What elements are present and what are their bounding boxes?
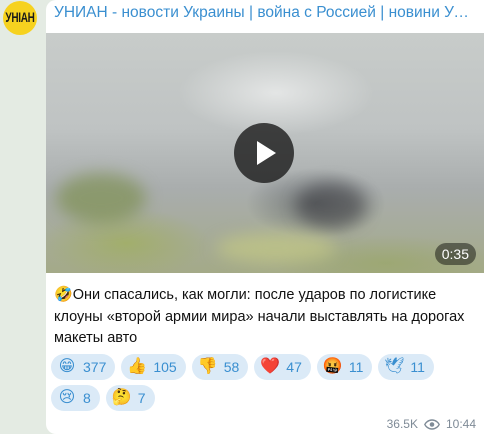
dove-emoji-icon: 🕊 bbox=[384, 358, 405, 375]
grin-emoji-icon: 😁 bbox=[58, 358, 76, 375]
reaction-thinking[interactable]: 🤔 7 bbox=[105, 385, 155, 411]
reaction-count: 47 bbox=[286, 359, 302, 375]
video-preview[interactable]: 0:35 bbox=[46, 33, 484, 273]
reaction-count: 377 bbox=[83, 359, 107, 375]
reaction-heart[interactable]: ❤️ 47 bbox=[254, 354, 311, 380]
reaction-cry[interactable]: 😢 8 bbox=[51, 385, 100, 411]
reaction-thumbs-down[interactable]: 👎 58 bbox=[191, 354, 249, 380]
reactions-bar: 😁 377 👍 105 👎 58 ❤️ 47 🤬 11 🕊 11 😢 8 🤔 7 bbox=[51, 354, 481, 411]
eye-icon bbox=[423, 418, 440, 430]
thinking-emoji-icon: 🤔 bbox=[111, 389, 132, 406]
video-blur-blob bbox=[56, 173, 146, 223]
reaction-count: 58 bbox=[223, 359, 240, 375]
reaction-angry[interactable]: 🤬 11 bbox=[316, 354, 373, 380]
message-caption: 🤣Они спасались, как могли: после ударов … bbox=[54, 284, 474, 350]
cry-emoji-icon: 😢 bbox=[58, 389, 76, 406]
message-meta: 36.5K 10:44 bbox=[387, 416, 476, 432]
heart-emoji-icon: ❤️ bbox=[260, 358, 281, 375]
view-count: 36.5K bbox=[386, 417, 418, 431]
reaction-dove[interactable]: 🕊 11 bbox=[378, 354, 434, 380]
play-button[interactable] bbox=[234, 123, 294, 183]
reaction-count: 11 bbox=[410, 359, 425, 375]
reaction-count: 7 bbox=[137, 390, 146, 406]
reaction-grin[interactable]: 😁 377 bbox=[51, 354, 116, 380]
video-blur-blob bbox=[216, 233, 336, 263]
avatar-logo-text: УНІАН bbox=[5, 10, 35, 26]
video-duration: 0:35 bbox=[434, 243, 476, 265]
message-time: 10:44 bbox=[445, 417, 476, 431]
caption-text: Они спасались, как могли: после ударов п… bbox=[54, 287, 465, 346]
channel-avatar[interactable]: УНІАН bbox=[3, 1, 37, 35]
thumbs-up-emoji-icon: 👍 bbox=[127, 358, 148, 375]
reaction-count: 105 bbox=[153, 359, 177, 375]
thumbs-down-emoji-icon: 👎 bbox=[197, 358, 218, 375]
angry-emoji-icon: 🤬 bbox=[322, 358, 343, 375]
channel-name[interactable]: УНИАН - новости Украины | война с Россие… bbox=[54, 4, 474, 22]
play-icon bbox=[257, 141, 276, 165]
reaction-count: 11 bbox=[348, 359, 364, 375]
reaction-thumbs-up[interactable]: 👍 105 bbox=[121, 354, 186, 380]
reaction-count: 8 bbox=[83, 390, 91, 406]
video-blur-blob bbox=[296, 183, 366, 228]
caption-emoji: 🤣 bbox=[54, 286, 73, 303]
